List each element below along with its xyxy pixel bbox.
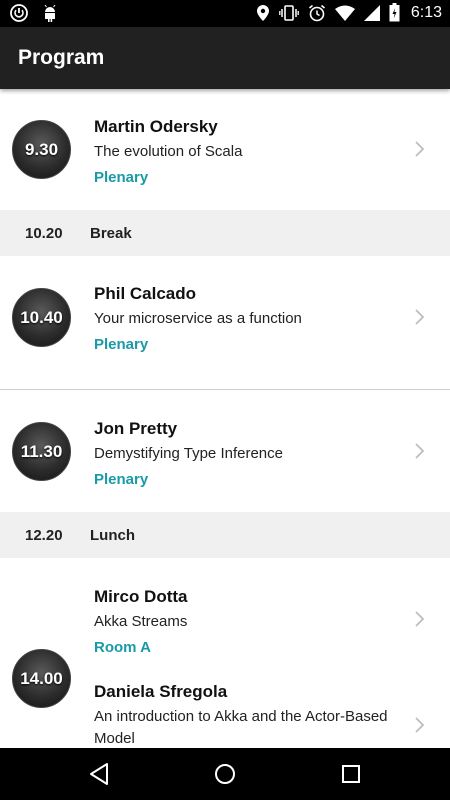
break-time: 10.20 — [25, 225, 63, 242]
schedule-list[interactable]: 9.30 Martin Odersky The evolution of Sca… — [0, 89, 450, 748]
page-title: Program — [18, 46, 105, 69]
clock-time: 6:13 — [410, 3, 442, 21]
time-slot-1400: 14.00 Mirco Dotta Akka Streams Room A Da… — [0, 558, 450, 748]
talk-title: Your microservice as a function — [94, 310, 302, 327]
power-icon — [10, 4, 28, 22]
back-icon[interactable] — [88, 762, 110, 786]
talk-title: Akka Streams — [94, 613, 188, 630]
speaker-name: Phil Calcado — [94, 284, 197, 303]
talk-info: Phil Calcado Your microservice as a func… — [94, 284, 414, 353]
location-icon — [256, 4, 269, 21]
avatar: 11.30 — [12, 422, 71, 481]
break-time: 12.20 — [25, 527, 63, 544]
battery-icon — [389, 3, 400, 22]
vibrate-icon — [279, 4, 299, 21]
talk-info: Mirco Dotta Akka Streams Room A — [94, 587, 414, 656]
chevron-right-icon — [415, 717, 425, 733]
break-row: 10.20 Break — [0, 210, 450, 256]
speaker-name: Jon Pretty — [94, 419, 178, 438]
track-label: Room A — [94, 639, 151, 656]
talk-title: The evolution of Scala — [94, 143, 243, 160]
status-bar: 6:13 — [0, 0, 450, 27]
wifi-icon — [334, 5, 355, 21]
talk-item-dotta[interactable]: Mirco Dotta Akka Streams Room A — [0, 558, 450, 656]
avatar: 9.30 — [12, 120, 71, 179]
talk-item-calcado[interactable]: 10.40 Phil Calcado Your microservice as … — [0, 256, 450, 389]
track-label: Plenary — [94, 336, 149, 353]
speaker-name: Mirco Dotta — [94, 587, 188, 606]
talk-item-sfregola[interactable]: Daniela Sfregola An introduction to Akka… — [0, 670, 450, 748]
home-icon[interactable] — [214, 762, 236, 786]
slot-time: 9.30 — [24, 139, 59, 159]
break-label: Lunch — [90, 527, 135, 544]
speaker-name: Martin Odersky — [94, 117, 218, 136]
talk-item-pretty[interactable]: 11.30 Jon Pretty Demystifying Type Infer… — [0, 390, 450, 511]
android-icon — [44, 4, 56, 22]
talk-info: Martin Odersky The evolution of Scala Pl… — [94, 117, 414, 186]
track-label: Plenary — [94, 471, 149, 488]
app-bar: Program — [0, 27, 450, 89]
chevron-right-icon — [415, 141, 425, 157]
chevron-right-icon — [415, 309, 425, 325]
signal-icon — [363, 4, 380, 21]
break-row: 12.20 Lunch — [0, 512, 450, 558]
talk-title: An introduction to Akka and the Actor-Ba… — [94, 708, 388, 747]
speaker-name: Daniela Sfregola — [94, 682, 228, 701]
talk-info: Jon Pretty Demystifying Type Inference P… — [94, 419, 414, 488]
break-label: Break — [90, 225, 132, 242]
talk-item-odersky[interactable]: 9.30 Martin Odersky The evolution of Sca… — [0, 89, 450, 209]
recents-icon[interactable] — [340, 762, 362, 786]
track-label: Plenary — [94, 169, 149, 186]
slot-time: 11.30 — [20, 441, 63, 461]
slot-time: 10.40 — [20, 307, 63, 327]
chevron-right-icon — [415, 443, 425, 459]
navigation-bar — [0, 748, 450, 800]
talk-info: Daniela Sfregola An introduction to Akka… — [94, 682, 414, 748]
talk-title: Demystifying Type Inference — [94, 445, 283, 462]
chevron-right-icon — [415, 611, 425, 627]
avatar: 10.40 — [12, 288, 71, 347]
alarm-icon — [308, 4, 325, 21]
